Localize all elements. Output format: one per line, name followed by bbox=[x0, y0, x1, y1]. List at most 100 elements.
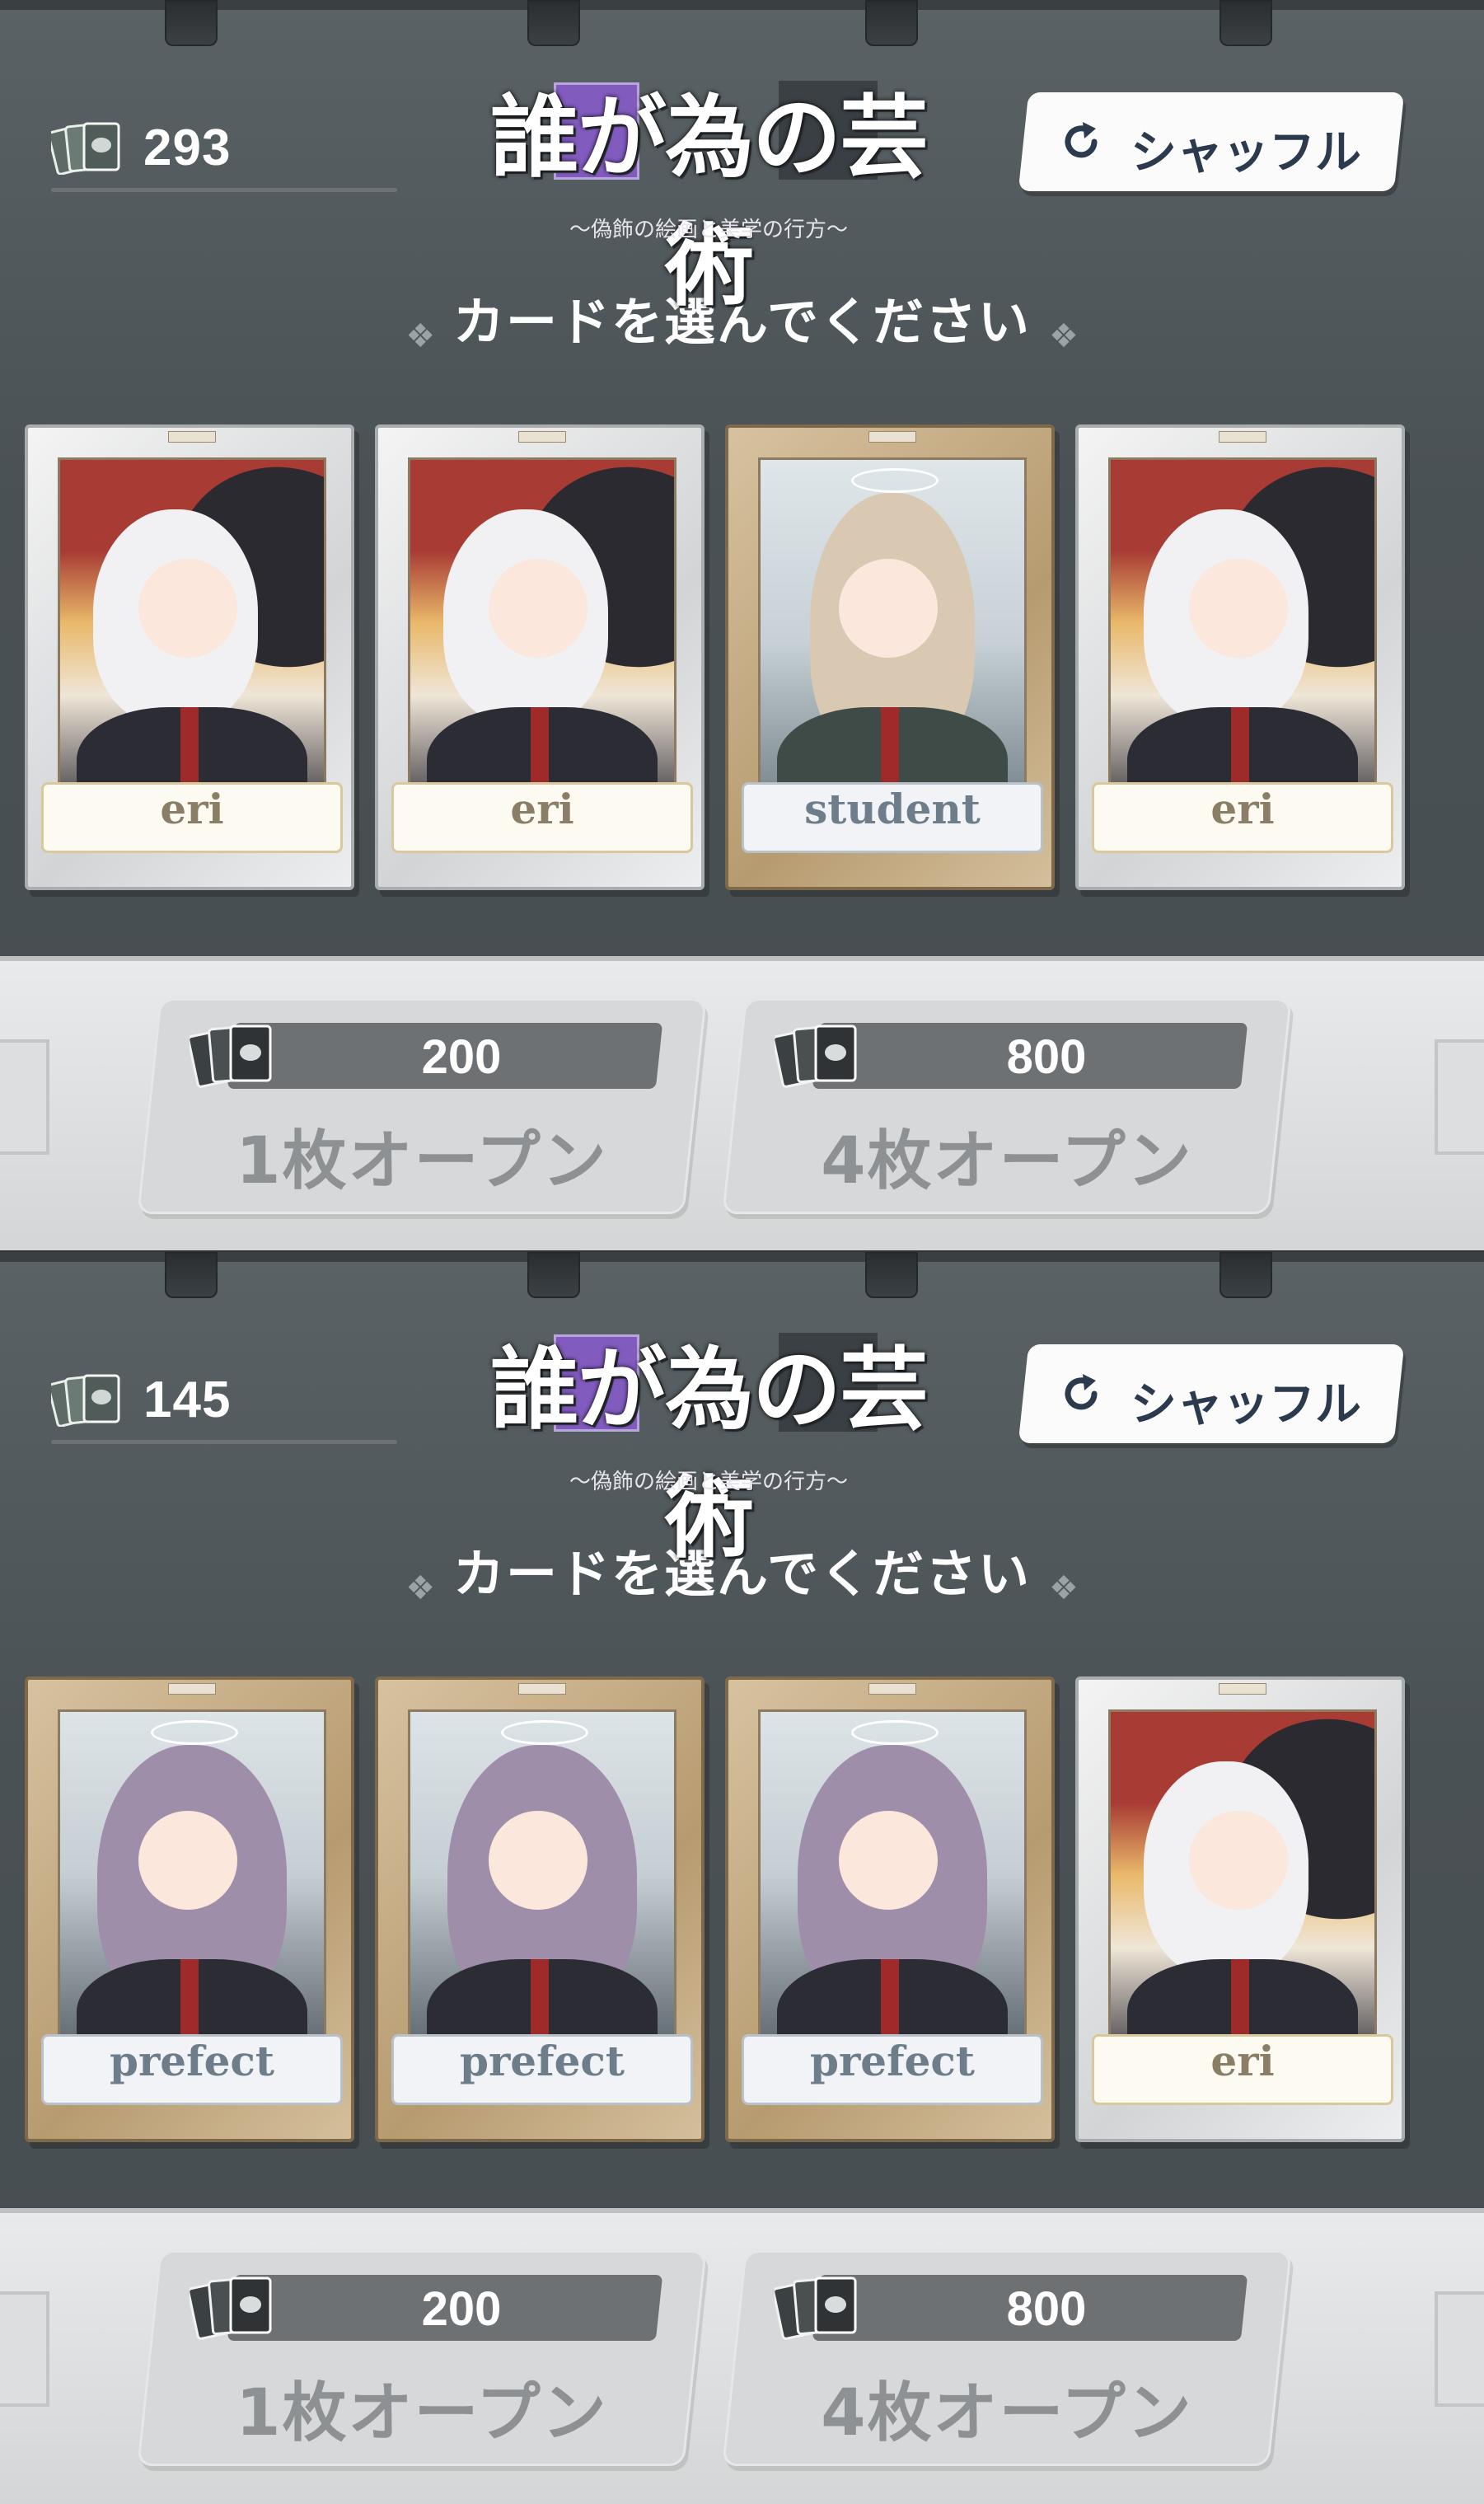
card-stack-icon bbox=[51, 1374, 120, 1427]
halo bbox=[851, 468, 939, 493]
card-name-ribbon: prefect bbox=[742, 2034, 1043, 2105]
card-portrait bbox=[408, 457, 676, 825]
character-card[interactable]: eri bbox=[25, 424, 354, 890]
action-tray: 200 1枚オープン 800 4枚オープン bbox=[0, 956, 1484, 1252]
card-name-ribbon: eri bbox=[391, 782, 693, 853]
frame-nameplate bbox=[168, 431, 216, 443]
card-name-ribbon: prefect bbox=[41, 2034, 343, 2105]
event-subtitle: ～偽飾の絵画と美学の行方～ bbox=[569, 1470, 848, 1494]
open-one-button[interactable]: 200 1枚オープン bbox=[137, 998, 707, 1214]
card-stack-icon bbox=[190, 2277, 272, 2340]
tray-side-panel bbox=[1435, 2291, 1484, 2407]
event-title-logo: 誰が為の芸術 ～偽飾の絵画と美学の行方～ bbox=[478, 1318, 939, 1570]
ornament-icon: ❖ bbox=[405, 1569, 436, 1607]
portrait-face bbox=[839, 1811, 938, 1910]
event-title: 誰が為の芸術 bbox=[489, 86, 929, 318]
open-cost: 200 bbox=[421, 1030, 502, 1084]
portrait-face bbox=[489, 1811, 588, 1910]
frame-nameplate bbox=[1219, 431, 1266, 443]
open-cost: 200 bbox=[421, 2282, 502, 2336]
counter-underline bbox=[51, 188, 397, 192]
card-count-value: 145 bbox=[143, 1372, 232, 1428]
card-portrait bbox=[1108, 457, 1377, 825]
refresh-icon bbox=[1065, 1374, 1098, 1410]
open-label: 4枚オープン bbox=[821, 1124, 1193, 1198]
card-name-ribbon: eri bbox=[41, 782, 343, 853]
ornament-icon: ❖ bbox=[1048, 1569, 1079, 1607]
card-portrait bbox=[758, 457, 1027, 825]
spotlight-lamp bbox=[165, 1252, 218, 1298]
action-tray: 200 1枚オープン 800 4枚オープン bbox=[0, 2208, 1484, 2504]
spotlight-lamp bbox=[1220, 0, 1272, 46]
spotlight-lamp bbox=[865, 1252, 918, 1298]
spotlight-lamp bbox=[1220, 1252, 1272, 1298]
portrait-face bbox=[839, 559, 938, 658]
card-portrait bbox=[58, 457, 326, 825]
shuffle-button[interactable]: シャッフル bbox=[1018, 92, 1405, 191]
card-name-ribbon: prefect bbox=[391, 2034, 693, 2105]
ceiling-light-rail bbox=[0, 0, 1484, 49]
event-title-logo: 誰が為の芸術 ～偽飾の絵画と美学の行方～ bbox=[478, 66, 939, 318]
tray-side-panel bbox=[0, 1039, 49, 1155]
halo bbox=[851, 1720, 939, 1745]
refresh-icon bbox=[1065, 122, 1098, 158]
shuffle-label: シャッフル bbox=[1131, 126, 1361, 180]
card-currency-counter: 293 bbox=[51, 114, 397, 196]
character-card[interactable]: prefect bbox=[725, 1676, 1055, 2142]
gacha-panel-bottom: 145 誰が為の芸術 ～偽飾の絵画と美学の行方～ シャッフル ❖ カードを選んでく… bbox=[0, 1252, 1484, 2504]
character-card[interactable]: eri bbox=[375, 424, 705, 890]
character-card[interactable]: prefect bbox=[375, 1676, 705, 2142]
ceiling-light-rail bbox=[0, 1252, 1484, 1301]
card-name-ribbon: eri bbox=[1092, 2034, 1393, 2105]
card-stack-icon bbox=[51, 122, 120, 175]
card-portrait bbox=[58, 1709, 326, 2077]
card-portrait bbox=[1108, 1709, 1377, 2077]
character-card[interactable]: eri bbox=[1075, 424, 1405, 890]
halo bbox=[501, 1720, 588, 1745]
open-four-button[interactable]: 800 4枚オープン bbox=[722, 2250, 1292, 2466]
tray-side-panel bbox=[1435, 1039, 1484, 1155]
gacha-panel-top: 293 誰が為の芸術 ～偽飾の絵画と美学の行方～ シャッフル ❖ カードを選んでく… bbox=[0, 0, 1484, 1252]
card-stack-icon bbox=[190, 1025, 272, 1088]
card-name-ribbon: student bbox=[742, 782, 1043, 853]
card-stack-icon bbox=[775, 2277, 857, 2340]
shuffle-button[interactable]: シャッフル bbox=[1018, 1344, 1405, 1443]
character-card[interactable]: student bbox=[725, 424, 1055, 890]
frame-nameplate bbox=[518, 431, 566, 443]
frame-nameplate bbox=[518, 1683, 566, 1695]
open-one-button[interactable]: 200 1枚オープン bbox=[137, 2250, 707, 2466]
frame-nameplate bbox=[168, 1683, 216, 1695]
event-subtitle: ～偽飾の絵画と美学の行方～ bbox=[569, 218, 848, 242]
open-label: 4枚オープン bbox=[821, 2376, 1193, 2450]
portrait-face bbox=[138, 1811, 237, 1910]
card-portrait bbox=[408, 1709, 676, 2077]
open-label: 1枚オープン bbox=[236, 2376, 608, 2450]
frame-nameplate bbox=[1219, 1683, 1266, 1695]
spotlight-lamp bbox=[165, 0, 218, 46]
card-portrait bbox=[758, 1709, 1027, 2077]
spotlight-lamp bbox=[527, 0, 580, 46]
card-currency-counter: 145 bbox=[51, 1366, 397, 1448]
spotlight-lamp bbox=[527, 1252, 580, 1298]
portrait-face bbox=[489, 559, 588, 658]
spotlight-lamp bbox=[865, 0, 918, 46]
portrait-face bbox=[1189, 559, 1288, 658]
frame-nameplate bbox=[868, 431, 916, 443]
character-card[interactable]: prefect bbox=[25, 1676, 354, 2142]
tray-side-panel bbox=[0, 2291, 49, 2407]
card-name-ribbon: eri bbox=[1092, 782, 1393, 853]
counter-underline bbox=[51, 1440, 397, 1444]
frame-nameplate bbox=[868, 1683, 916, 1695]
open-four-button[interactable]: 800 4枚オープン bbox=[722, 998, 1292, 1214]
halo bbox=[151, 1720, 238, 1745]
event-title: 誰が為の芸術 bbox=[489, 1338, 929, 1570]
portrait-face bbox=[138, 559, 237, 658]
open-cost: 800 bbox=[1006, 2282, 1087, 2336]
character-card[interactable]: eri bbox=[1075, 1676, 1405, 2142]
card-count-value: 293 bbox=[143, 120, 232, 176]
ornament-icon: ❖ bbox=[405, 317, 436, 355]
card-stack-icon bbox=[775, 1025, 857, 1088]
ornament-icon: ❖ bbox=[1048, 317, 1079, 355]
shuffle-label: シャッフル bbox=[1131, 1378, 1361, 1432]
open-cost: 800 bbox=[1006, 1030, 1087, 1084]
